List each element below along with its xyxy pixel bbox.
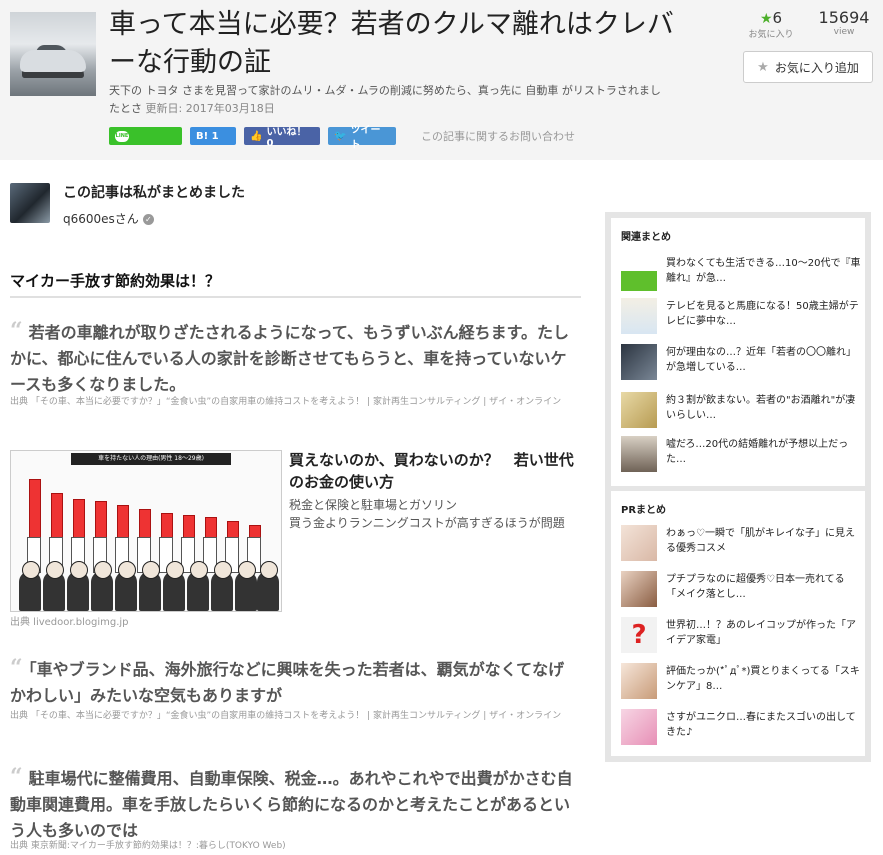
quote-mark-icon: “	[10, 764, 23, 790]
article-description: 天下の トヨタ さまを見習って家計のムリ・ムダ・ムラの削減に努めたら、真っ先に …	[109, 82, 661, 118]
star-outline-icon: ★	[757, 59, 769, 75]
pr-item-title: 世界初…！？あのレイコップが作った「アイデア家電」	[666, 620, 856, 646]
related-item[interactable]: 何が理由なの…？近年「若者の〇〇離れ」が急増している…	[621, 344, 861, 380]
pr-item[interactable]: 評価たっか(*ﾟдﾟ*)買とりまくってる「スキンケア」8…	[621, 663, 861, 699]
related-heading: 関連まとめ	[621, 232, 671, 243]
related-item[interactable]: 約３割が飲まない。若者の"お酒離れ"が凄いらしい…	[621, 392, 861, 428]
pr-item[interactable]: わぁっ♡一瞬で「肌がキレイな子」に見える優秀コスメ	[621, 525, 861, 561]
quote-block-1: “若者の車離れが取りざたされるようになって、もうずいぶん経ちます。たしかに、都心…	[10, 318, 580, 398]
quote-text-3: 駐車場代に整備費用、自動車保険、税金…。あれやこれやで出費がかさむ自動車関連費用…	[10, 769, 573, 840]
pr-item-title: プチプラなのに超優秀♡日本一売れてる「メイク落とし…	[666, 574, 845, 600]
section-divider	[10, 296, 581, 298]
pr-item-title: わぁっ♡一瞬で「肌がキレイな子」に見える優秀コスメ	[666, 528, 855, 554]
pr-item-title: 評価たっか(*ﾟдﾟ*)買とりまくってる「スキンケア」8…	[666, 666, 860, 692]
related-item-title: 何が理由なの…？近年「若者の〇〇離れ」が急増している…	[666, 347, 856, 373]
related-item-title: 嘘だろ…20代の結婚離れが予想以上だった…	[666, 439, 849, 465]
related-item[interactable]: 嘘だろ…20代の結婚離れが予想以上だった…	[621, 436, 861, 472]
updated-date: 更新日: 2017年03月18日	[145, 102, 275, 115]
line-icon: LINE	[115, 130, 129, 142]
quote-block-3: “駐車場代に整備費用、自動車保険、税金…。あれやこれやで出費がかさむ自動車関連費…	[10, 764, 580, 844]
pr-item[interactable]: さすがユニクロ…春にまたスゴいの出してきた♪	[621, 709, 861, 745]
twitter-tweet-button[interactable]: 🐦 ツイート	[328, 125, 396, 151]
views-label: view	[833, 27, 855, 37]
hatena-label: B! 1	[196, 130, 219, 142]
views-count: 15694	[818, 8, 870, 27]
line-share-button[interactable]: LINE	[109, 127, 182, 145]
quote-text-1: 若者の車離れが取りざたされるようになって、もうずいぶん経ちます。たしかに、都心に…	[10, 323, 569, 394]
image-people-graphic	[11, 559, 281, 611]
quote-mark-icon: “	[10, 655, 23, 681]
related-item[interactable]: 買わなくても生活できる…10～20代で『車離れ』が急…	[621, 255, 861, 291]
section-heading: マイカー手放す節約効果は！？	[10, 272, 221, 290]
author-heading: この記事は私がまとめました	[63, 185, 245, 201]
image-bar-graphic	[21, 471, 271, 539]
favorites-label: お気に入り	[748, 30, 794, 40]
hatena-bookmark-button[interactable]: B! 1	[190, 127, 236, 145]
image-title[interactable]: 買えないのか、買わないのか？ 若い世代のお金の使い方	[289, 449, 581, 493]
facebook-label: いいね！ 0	[266, 127, 307, 149]
related-thumbnail	[621, 344, 657, 380]
pr-item[interactable]: ? 世界初…！？あのレイコップが作った「アイデア家電」	[621, 617, 861, 653]
inquiry-link[interactable]: この記事に関するお問い合わせ	[421, 128, 575, 144]
related-item-title: テレビを見ると馬鹿になる！50歳主婦がテレビに夢中な…	[666, 301, 859, 327]
quote-block-2: “「車やブランド品、海外旅行などに興味を失った若者は、覇気がなくてなげかわしい」…	[10, 655, 580, 709]
quote-mark-icon: “	[10, 318, 23, 344]
question-mark-icon: ?	[621, 617, 657, 653]
facebook-like-button[interactable]: 👍 いいね！ 0	[244, 127, 320, 149]
add-favorite-label: お気に入り追加	[774, 60, 859, 75]
image-banner: 車を持たない人の理由(男性 18〜29歳)	[71, 453, 231, 465]
author-avatar[interactable]	[10, 183, 50, 223]
author-name-link[interactable]: q6600esさん	[63, 212, 139, 226]
pr-heading: PRまとめ	[621, 505, 667, 516]
pr-item[interactable]: プチプラなのに超優秀♡日本一売れてる「メイク落とし…	[621, 571, 861, 607]
pr-item-title: さすがユニクロ…春にまたスゴいの出してきた♪	[666, 712, 856, 738]
author-name-row: q6600esさん ✓	[63, 210, 154, 227]
related-item-title: 約３割が飲まない。若者の"お酒離れ"が凄いらしい…	[666, 395, 856, 421]
quote-text-2: 「車やブランド品、海外旅行などに興味を失った若者は、覇気がなくてなげかわしい」み…	[10, 660, 565, 705]
pr-thumbnail	[621, 663, 657, 699]
article-title: 車って本当に必要？若者のクルマ離れはクレバーな行動の証	[109, 9, 674, 78]
image-source[interactable]: 出典 livedoor.blogimg.jp	[10, 613, 129, 628]
pr-thumbnail	[621, 709, 657, 745]
views-stat: 15694 view	[812, 8, 876, 37]
image-description: 税金と保険と駐車場とガソリン 買う金よりランニングコストが高すぎるほうが問題	[289, 498, 565, 530]
quote-source-2[interactable]: 出典 「その車、本当に必要ですか？」“金食い虫”の自家用車の維持コストを考えよう…	[10, 710, 580, 723]
quote-source-1[interactable]: 出典 「その車、本当に必要ですか？」“金食い虫”の自家用車の維持コストを考えよう…	[10, 396, 580, 409]
verified-icon: ✓	[142, 214, 154, 225]
twitter-label: ツイート	[350, 125, 381, 151]
add-favorite-button[interactable]: ★ お気に入り追加	[743, 51, 873, 83]
article-image[interactable]: 車を持たない人の理由(男性 18〜29歳)	[10, 450, 282, 612]
related-thumbnail	[621, 436, 657, 472]
bird-icon: 🐦	[334, 130, 347, 142]
related-thumbnail	[621, 392, 657, 428]
related-item[interactable]: テレビを見ると馬鹿になる！50歳主婦がテレビに夢中な…	[621, 298, 861, 334]
related-thumbnail	[621, 255, 657, 291]
pr-thumbnail	[621, 525, 657, 561]
favorites-stat: ★6 お気に入り	[741, 8, 801, 40]
pr-thumbnail	[621, 571, 657, 607]
star-icon: ★	[759, 11, 773, 27]
favorites-count: 6	[772, 9, 783, 27]
thumbs-up-icon: 👍	[250, 130, 263, 142]
article-thumbnail	[10, 12, 96, 96]
related-thumbnail	[621, 298, 657, 334]
related-item-title: 買わなくても生活できる…10～20代で『車離れ』が急…	[666, 258, 861, 284]
quote-source-3[interactable]: 出典 東京新聞:マイカー手放す節約効果は！？:暮らし(TOKYO Web)	[10, 840, 580, 853]
